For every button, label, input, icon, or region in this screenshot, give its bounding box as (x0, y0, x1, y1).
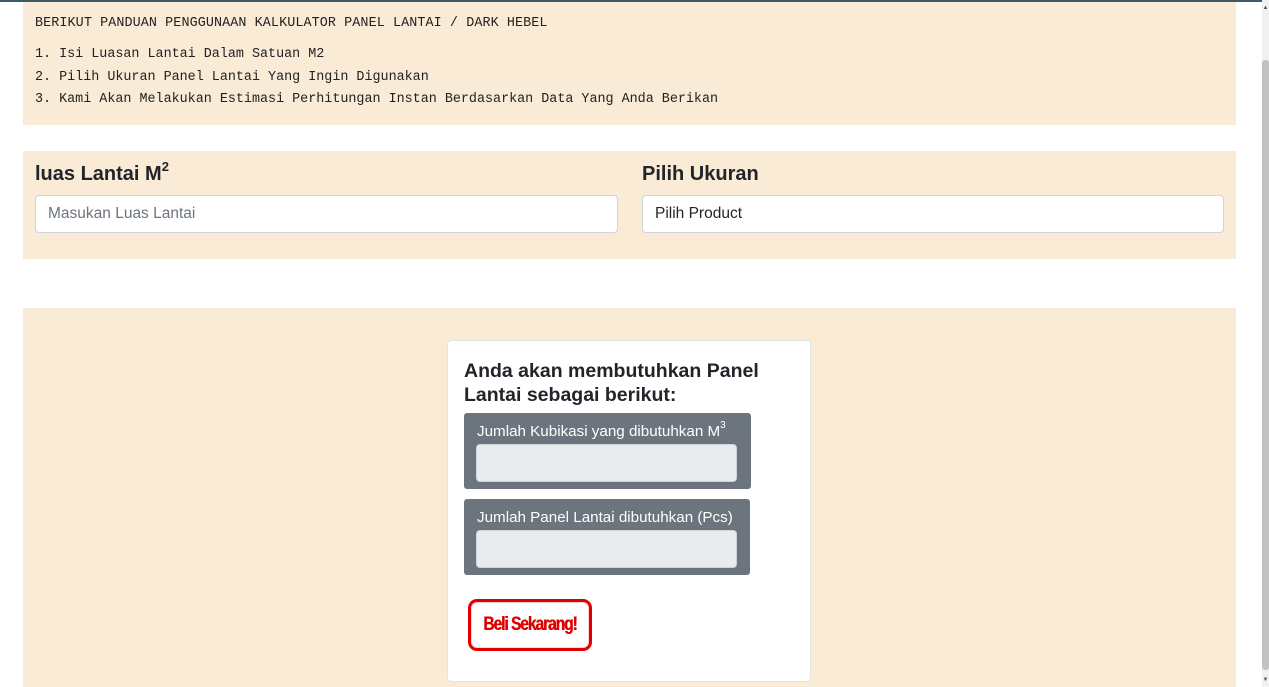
usage-guide: BERIKUT PANDUAN PENGGUNAAN KALKULATOR PA… (23, 2, 1236, 125)
guide-step-2: 2. Pilih Ukuran Panel Lantai Yang Ingin … (35, 69, 429, 85)
scrollbar-thumb[interactable] (1262, 60, 1269, 670)
result-card: Anda akan membutuhkan Panel Lantai sebag… (447, 340, 811, 682)
size-label: Pilih Ukuran (642, 163, 759, 185)
area-label-text: luas Lantai M (35, 163, 162, 185)
buy-now-label: Beli Sekarang! (483, 614, 577, 635)
calculator-form: luas Lantai M2 Pilih Ukuran Pilih Produc… (23, 151, 1236, 259)
guide-title: BERIKUT PANDUAN PENGGUNAAN KALKULATOR PA… (35, 16, 548, 31)
result-section: Anda akan membutuhkan Panel Lantai sebag… (23, 308, 1236, 687)
product-size-select[interactable]: Pilih Product (642, 195, 1224, 233)
scroll-down-arrow-icon[interactable]: ▼ (1262, 675, 1269, 685)
result-title: Anda akan membutuhkan Panel Lantai sebag… (464, 360, 759, 406)
panels-output-field[interactable] (476, 530, 737, 568)
area-label-unit: 2 (161, 159, 169, 174)
volume-label-text: Jumlah Kubikasi yang dibutuhkan M (477, 423, 721, 440)
page-scrollbar[interactable]: ▲ ▼ (1262, 0, 1269, 687)
panels-output-box: Jumlah Panel Lantai dibutuhkan (Pcs) (464, 499, 750, 575)
volume-label-unit: 3 (720, 420, 726, 431)
floor-area-input[interactable] (35, 195, 618, 233)
volume-output-field[interactable] (476, 444, 737, 482)
volume-label: Jumlah Kubikasi yang dibutuhkan M3 (477, 420, 726, 440)
guide-step-1: 1. Isi Luasan Lantai Dalam Satuan M2 (35, 47, 325, 62)
panels-label: Jumlah Panel Lantai dibutuhkan (Pcs) (477, 509, 733, 526)
area-label: luas Lantai M2 (35, 159, 169, 186)
guide-step-3: 3. Kami Akan Melakukan Estimasi Perhitun… (35, 92, 719, 107)
buy-now-button[interactable]: Beli Sekarang! (468, 599, 592, 651)
scroll-up-arrow-icon[interactable]: ▲ (1262, 3, 1269, 13)
volume-output-box: Jumlah Kubikasi yang dibutuhkan M3 (464, 413, 751, 489)
